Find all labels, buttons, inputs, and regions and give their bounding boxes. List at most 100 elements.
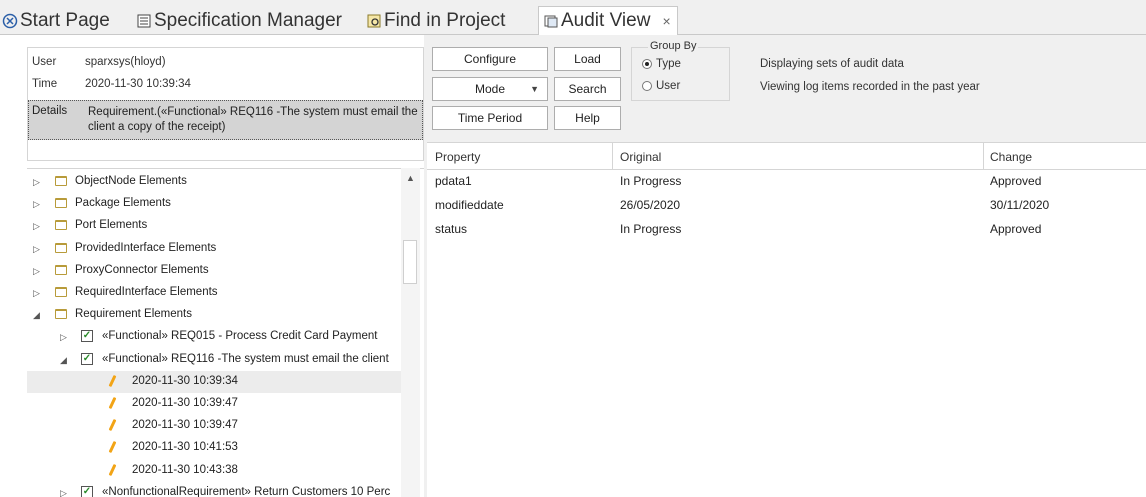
column-divider[interactable] bbox=[983, 143, 984, 170]
tree-item[interactable]: ▷ Port Elements bbox=[27, 215, 403, 237]
audit-details-panel: User sparxsys(hloyd) Time 2020-11-30 10:… bbox=[27, 47, 424, 161]
find-icon bbox=[366, 13, 382, 29]
tree-item[interactable]: ▷ ObjectNode Elements bbox=[27, 171, 403, 193]
table-cell-change: 30/11/2020 bbox=[990, 198, 1050, 212]
search-button[interactable]: Search bbox=[554, 77, 621, 101]
expand-icon[interactable]: ▷ bbox=[33, 288, 40, 299]
table-row[interactable]: status In Progress Approved bbox=[427, 222, 1146, 246]
details-label: Details bbox=[32, 105, 68, 117]
column-header-change[interactable]: Change bbox=[990, 150, 1032, 164]
tab-find-in-project[interactable]: Find in Project bbox=[366, 6, 505, 35]
tree-item[interactable]: ▷ ✓ «NonfunctionalRequirement» Return Cust… bbox=[27, 482, 403, 497]
expand-icon[interactable]: ▷ bbox=[33, 244, 40, 255]
tree-item-label: RequiredInterface Elements bbox=[75, 286, 218, 298]
load-button[interactable]: Load bbox=[554, 47, 621, 71]
tab-audit-view[interactable]: Audit View × bbox=[538, 6, 678, 36]
time-label: Time bbox=[32, 78, 58, 90]
time-row: Time 2020-11-30 10:39:34 bbox=[28, 78, 191, 90]
table-row[interactable]: modifieddate 26/05/2020 30/11/2020 bbox=[427, 198, 1146, 222]
audit-tree[interactable]: ▷ ObjectNode Elements ▷ Package Elements ▷ Po… bbox=[27, 168, 424, 497]
audit-entry-row[interactable]: 2020-11-30 10:39:47 bbox=[27, 415, 403, 437]
mode-dropdown[interactable]: Mode ▼ bbox=[432, 77, 548, 101]
tree-item-label: ObjectNode Elements bbox=[75, 175, 187, 187]
requirement-icon: ✓ bbox=[81, 330, 93, 343]
column-header-original[interactable]: Original bbox=[620, 150, 661, 164]
help-button[interactable]: Help bbox=[554, 106, 621, 130]
table-cell-change: Approved bbox=[990, 174, 1042, 188]
tree-item-label: Package Elements bbox=[75, 197, 171, 210]
scrollbar-thumb[interactable] bbox=[403, 240, 417, 284]
audit-entry-row[interactable]: 2020-11-30 10:39:47 bbox=[27, 393, 403, 415]
pencil-icon bbox=[108, 419, 117, 432]
configure-button[interactable]: Configure bbox=[432, 47, 548, 71]
pencil-icon bbox=[108, 463, 117, 476]
user-label: User bbox=[32, 56, 57, 68]
chevron-down-icon: ▼ bbox=[530, 84, 539, 94]
table-cell-original: 26/05/2020 bbox=[620, 198, 681, 212]
table-cell-original: In Progress bbox=[620, 222, 682, 236]
table-row[interactable]: pdata1 In Progress Approved bbox=[427, 174, 1146, 198]
grid-header: Property Original Change bbox=[427, 142, 1146, 170]
tree-item[interactable]: ▷ ProxyConnector Elements bbox=[27, 260, 403, 282]
tree-item-label: 2020-11-30 10:39:47 bbox=[132, 397, 238, 409]
scroll-up-icon[interactable]: ▲ bbox=[406, 173, 415, 183]
mode-label: Mode bbox=[474, 82, 506, 96]
tree-scrollbar[interactable]: ▲ bbox=[401, 168, 420, 497]
requirement-icon: ✓ bbox=[81, 485, 93, 497]
audit-entry-row[interactable]: 2020-11-30 10:39:34 bbox=[27, 370, 403, 393]
pencil-icon bbox=[108, 374, 117, 387]
table-cell-original: In Progress bbox=[620, 174, 682, 188]
audit-entry-row[interactable]: 2020-11-30 10:43:38 bbox=[27, 460, 403, 482]
expand-icon[interactable]: ▷ bbox=[33, 266, 40, 277]
requirement-icon: ✓ bbox=[81, 352, 93, 365]
radio-label: User bbox=[656, 80, 681, 92]
expand-icon[interactable]: ▷ bbox=[33, 221, 40, 232]
folder-icon bbox=[55, 264, 67, 275]
tab-label: Audit View bbox=[561, 10, 651, 31]
folder-icon bbox=[55, 176, 67, 186]
tree-item-label: 2020-11-30 10:39:47 bbox=[132, 419, 238, 432]
audit-entry-row[interactable]: 2020-11-30 10:41:53 bbox=[27, 437, 403, 459]
tree-item[interactable]: ▷ ✓ «Functional» REQ015 - Process Credit C… bbox=[27, 326, 403, 348]
column-header-property[interactable]: Property bbox=[435, 150, 480, 164]
details-row: Details Requirement.(«Functional» REQ116… bbox=[28, 100, 423, 140]
tree-item-label: 2020-11-30 10:43:38 bbox=[132, 463, 238, 476]
tree-item-label: Requirement Elements bbox=[75, 308, 192, 321]
collapse-icon[interactable]: ◢ bbox=[60, 355, 67, 366]
tree-item-label: ProxyConnector Elements bbox=[75, 263, 209, 276]
tree-item-label: ProvidedInterface Elements bbox=[75, 241, 217, 254]
audit-view-icon bbox=[543, 13, 559, 29]
pencil-icon bbox=[108, 441, 117, 454]
column-divider[interactable] bbox=[612, 143, 613, 170]
time-value: 2020-11-30 10:39:34 bbox=[85, 78, 191, 90]
audit-properties-grid: Property Original Change pdata1 In Progre… bbox=[427, 142, 1146, 497]
tree-item[interactable]: ◢ ✓ «Functional» REQ116 -The system must e… bbox=[27, 349, 403, 371]
tree-item-label: «NonfunctionalRequirement» Return Custom… bbox=[102, 485, 391, 497]
tree-item[interactable]: ◢ Requirement Elements bbox=[27, 304, 403, 326]
document-tab-bar: Start Page Specification Manager Find in… bbox=[0, 0, 1146, 36]
table-cell-change: Approved bbox=[990, 222, 1042, 236]
tab-specification-manager[interactable]: Specification Manager bbox=[136, 6, 342, 35]
close-icon[interactable]: × bbox=[662, 13, 670, 29]
expand-icon[interactable]: ▷ bbox=[33, 199, 40, 210]
tree-item[interactable]: ▷ ProvidedInterface Elements bbox=[27, 238, 403, 260]
tree-item-label: 2020-11-30 10:41:53 bbox=[132, 441, 238, 454]
user-value: sparxsys(hloyd) bbox=[85, 56, 166, 68]
tree-item[interactable]: ▷ Package Elements bbox=[27, 193, 403, 215]
time-period-button[interactable]: Time Period bbox=[432, 106, 548, 130]
tree-item-label: 2020-11-30 10:39:34 bbox=[132, 374, 238, 387]
group-by-user-radio[interactable]: User bbox=[642, 80, 680, 92]
details-value: Requirement.(«Functional» REQ116 -The sy… bbox=[88, 106, 418, 133]
status-message: Viewing log items recorded in the past y… bbox=[760, 81, 980, 93]
expand-icon[interactable]: ▷ bbox=[60, 488, 67, 497]
folder-icon bbox=[55, 287, 67, 297]
tab-start-page[interactable]: Start Page bbox=[2, 6, 110, 35]
collapse-icon[interactable]: ◢ bbox=[33, 310, 40, 321]
tree-item[interactable]: ▷ RequiredInterface Elements bbox=[27, 282, 403, 304]
tab-label: Start Page bbox=[20, 9, 110, 31]
tab-label: Specification Manager bbox=[154, 9, 342, 31]
radio-selected-icon bbox=[642, 59, 652, 69]
group-by-type-radio[interactable]: Type bbox=[642, 58, 681, 70]
expand-icon[interactable]: ▷ bbox=[60, 332, 67, 343]
expand-icon[interactable]: ▷ bbox=[33, 177, 40, 188]
